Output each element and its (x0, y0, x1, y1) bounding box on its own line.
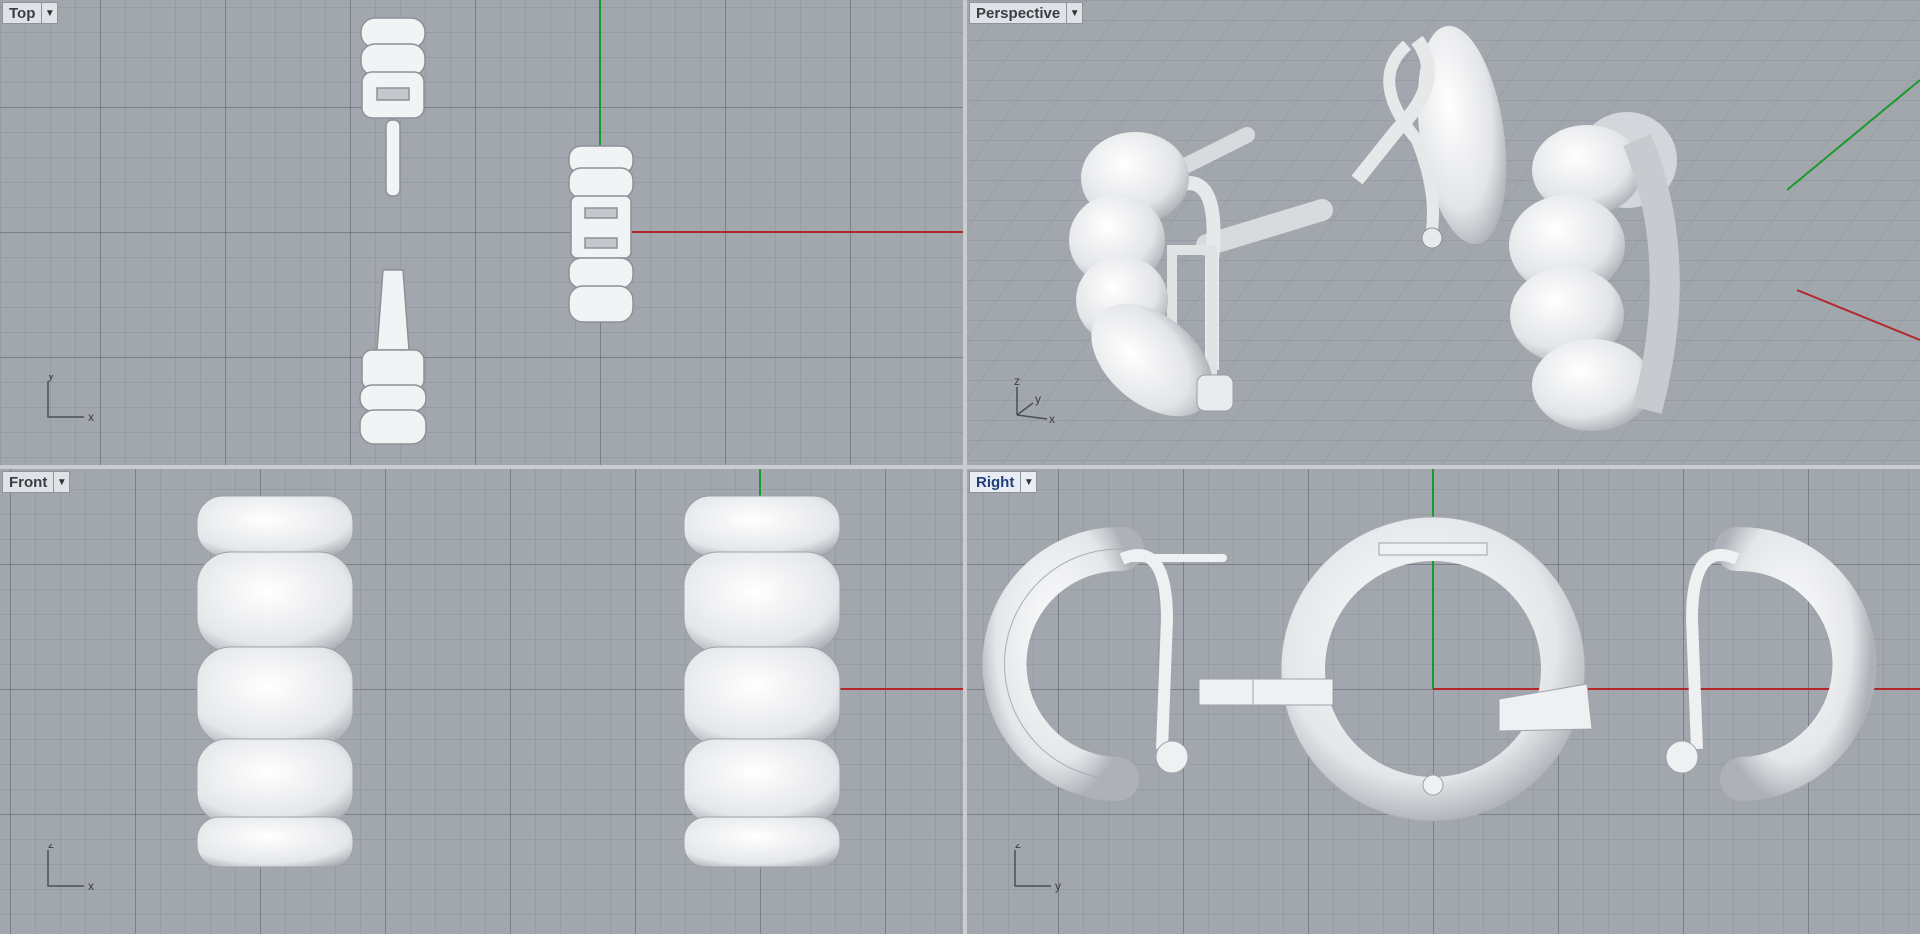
ring-model-front (683, 495, 841, 868)
viewport-grid: y x Top ▼ z y x Perspective ▼ z x Front … (0, 0, 1920, 934)
svg-text:x: x (88, 879, 94, 893)
svg-text:z: z (1014, 375, 1020, 388)
ring-model-right (1252, 516, 1586, 822)
dropdown-arrow-icon[interactable]: ▼ (1066, 3, 1082, 23)
svg-text:z: z (48, 844, 54, 851)
svg-text:y: y (1055, 879, 1061, 893)
viewport-title: Top (9, 5, 36, 22)
ring-model-persp (1509, 112, 1680, 431)
perspective-scene (967, 0, 1920, 465)
axis-triad-icon: z y (1014, 844, 1061, 893)
dropdown-arrow-icon[interactable]: ▼ (41, 3, 57, 23)
viewport-tab-right[interactable]: Right ▼ (969, 471, 1038, 493)
viewport-tab-perspective[interactable]: Perspective ▼ (969, 2, 1084, 24)
earring-model-top-1 (360, 17, 426, 197)
viewport-title: Front (9, 474, 48, 491)
viewport-perspective[interactable]: z y x Perspective ▼ (967, 0, 1920, 465)
viewport-tab-front[interactable]: Front ▼ (2, 471, 71, 493)
top-scene (359, 0, 963, 445)
dropdown-arrow-icon[interactable]: ▼ (1020, 472, 1036, 492)
earring-model-front (196, 495, 354, 868)
viewport-title: Right (976, 474, 1015, 491)
axis-triad-icon: z x (47, 844, 94, 893)
viewport-title: Perspective (976, 5, 1061, 22)
earring-model-right-1 (982, 526, 1255, 801)
svg-text:y: y (1035, 392, 1041, 406)
viewport-right[interactable]: z y Right ▼ (967, 469, 1920, 934)
axis-triad-icon: z y x (1014, 375, 1055, 425)
front-scene (196, 469, 963, 868)
svg-text:x: x (88, 410, 94, 424)
dropdown-arrow-icon[interactable]: ▼ (53, 472, 69, 492)
svg-text:x: x (1049, 412, 1055, 425)
svg-text:y: y (48, 375, 54, 382)
ring-model-top (568, 145, 634, 323)
viewport-front[interactable]: z x Front ▼ (0, 469, 963, 934)
earring-model-top-2 (359, 269, 427, 445)
viewport-top[interactable]: y x Top ▼ (0, 0, 963, 465)
axis-triad-icon: y x (47, 375, 94, 424)
viewport-tab-top[interactable]: Top ▼ (2, 2, 59, 24)
right-scene (982, 469, 1920, 822)
svg-text:z: z (1015, 844, 1021, 851)
